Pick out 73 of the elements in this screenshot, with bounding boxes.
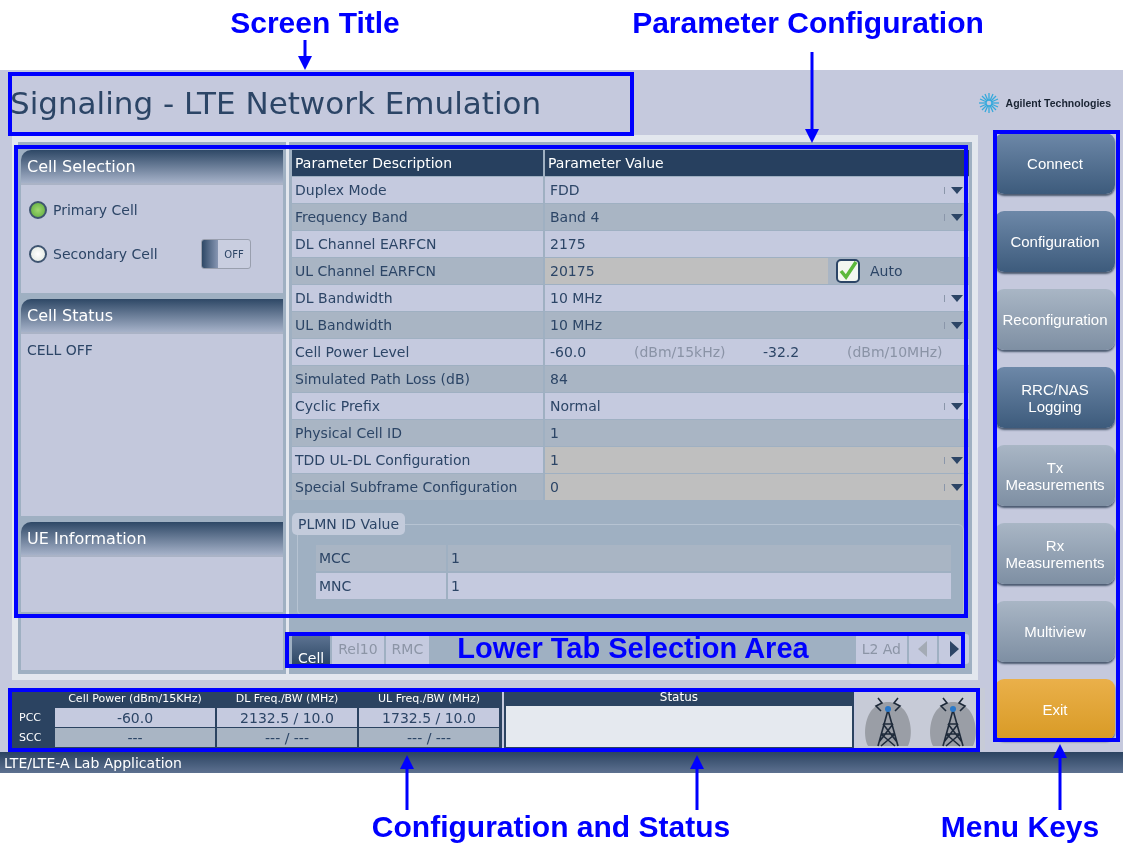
annotation-arrow: [400, 755, 414, 810]
column-header: Parameter Value: [545, 150, 969, 176]
table-cell: ---: [55, 728, 215, 747]
radio-label: Secondary Cell: [53, 246, 159, 262]
starburst-icon: [977, 91, 1000, 114]
menu-key[interactable]: Connect: [995, 133, 1115, 194]
window-title: Signaling - LTE Network Emulation: [10, 84, 542, 121]
input-field[interactable]: 1: [448, 545, 951, 571]
caret-icon: [944, 213, 963, 221]
parameter-name: Frequency Band: [292, 204, 543, 230]
annotation-label: Screen Title: [230, 6, 400, 41]
menu-key[interactable]: RRC/NAS Logging: [995, 367, 1115, 428]
caret-icon: [944, 186, 963, 194]
checkbox-label: Auto: [870, 262, 903, 281]
menu-key[interactable]: Configuration: [995, 211, 1115, 272]
parameter-name: Physical Cell ID: [292, 420, 543, 446]
parameter-name: Simulated Path Loss (dB): [292, 366, 543, 392]
table-cell: 1732.5 / 10.0: [359, 708, 499, 727]
parameter-name: DL Bandwidth: [292, 285, 543, 311]
annotation-arrow: [298, 40, 312, 70]
parameter-name: Special Subframe Configuration: [292, 474, 543, 500]
column-header: DL Freq./BW (MHz): [234, 691, 340, 707]
dropdown[interactable]: 10 MHz: [545, 312, 969, 338]
parameter-name: Cell Power Level: [292, 339, 543, 365]
parameter-name: Duplex Mode: [292, 177, 543, 203]
section-header: Cell Selection: [21, 150, 283, 183]
caret-icon: [944, 321, 963, 329]
section-header: UE Information: [21, 522, 283, 555]
row-header: PCC: [18, 710, 42, 726]
dropdown[interactable]: 10 MHz: [545, 285, 969, 311]
radio-button[interactable]: [29, 201, 47, 219]
parameter-name: UL Bandwidth: [292, 312, 543, 338]
column-header: Cell Power (dBm/15KHz): [67, 691, 203, 707]
parameter-name: MNC: [316, 573, 446, 599]
group-title: PLMN ID Value: [292, 513, 406, 535]
annotation-label: Configuration and Status: [371, 810, 731, 845]
dropdown[interactable]: Normal: [545, 393, 969, 419]
toggle-switch[interactable]: OFF: [201, 239, 251, 269]
annotation-arrow: [1053, 744, 1067, 810]
annotation-label: Lower Tab Selection Area: [457, 632, 809, 666]
input-field[interactable]: 1: [545, 420, 969, 446]
caret-icon: [944, 483, 963, 491]
row-header: SCC: [18, 730, 43, 746]
input-field[interactable]: 1: [448, 573, 951, 599]
app-bar: LTE/LTE-A Lab Application: [0, 752, 1123, 773]
annotation-label: Menu Keys: [940, 810, 1100, 845]
dropdown[interactable]: Band 4: [545, 204, 969, 230]
input-field[interactable]: 2175: [545, 231, 969, 257]
radio-button[interactable]: [29, 245, 47, 263]
section-header: Cell Status: [21, 299, 283, 332]
column-header: UL Freq./BW (MHz): [376, 691, 482, 707]
dropdown[interactable]: FDD: [545, 177, 969, 203]
parameter-name: DL Channel EARFCN: [292, 231, 543, 257]
caret-icon: [944, 456, 963, 464]
input-field[interactable]: 84: [545, 366, 969, 392]
parameter-name: Cyclic Prefix: [292, 393, 543, 419]
parameter-name: MCC: [316, 545, 446, 571]
cell-status-text: CELL OFF: [27, 342, 93, 358]
radio-label: Primary Cell: [53, 202, 139, 218]
table-cell: -60.0: [55, 708, 215, 727]
column-header: Parameter Description: [292, 150, 543, 176]
annotation-arrow: [690, 755, 704, 810]
caret-icon: [944, 402, 963, 410]
table-cell: --- / ---: [217, 728, 357, 747]
table-cell: 2132.5 / 10.0: [217, 708, 357, 727]
tab[interactable]: Cell: [292, 634, 331, 664]
logo-text: Agilent Technologies: [1005, 96, 1111, 109]
status-header: Status: [658, 689, 700, 706]
parameter-name: UL Channel EARFCN: [292, 258, 543, 284]
table-cell: --- / ---: [359, 728, 499, 747]
annotation-label: Parameter Configuration: [632, 6, 984, 41]
parameter-name: TDD UL-DL Configuration: [292, 447, 543, 473]
caret-icon: [944, 294, 963, 302]
